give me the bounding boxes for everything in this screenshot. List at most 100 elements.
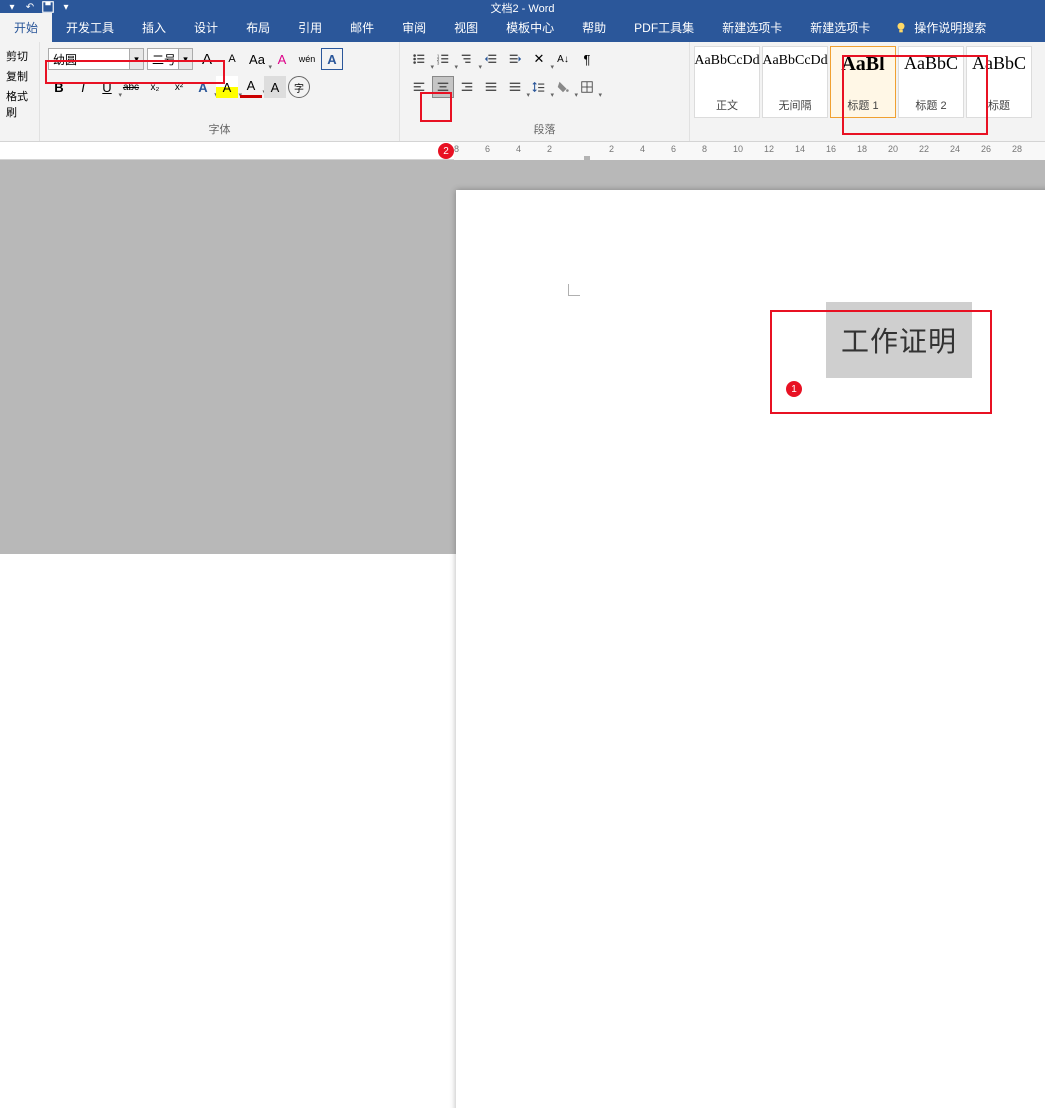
sort-button[interactable]: A↓ bbox=[552, 48, 574, 70]
line-spacing-button[interactable] bbox=[528, 76, 550, 98]
subscript-button[interactable]: x₂ bbox=[144, 76, 166, 98]
tab-insert[interactable]: 插入 bbox=[128, 13, 180, 42]
style-title[interactable]: AaBbC 标题 bbox=[966, 46, 1032, 118]
save-icon[interactable] bbox=[40, 1, 56, 13]
style-nospace[interactable]: AaBbCcDd 无间隔 bbox=[762, 46, 828, 118]
horizontal-ruler[interactable]: 8642246810121416182022242628 bbox=[454, 142, 1045, 160]
borders-button[interactable] bbox=[576, 76, 598, 98]
char-shading-button[interactable]: A bbox=[264, 76, 286, 98]
clipboard-group: 剪切 复制 格式刷 bbox=[0, 42, 40, 141]
clear-formatting-button[interactable]: A bbox=[271, 48, 293, 70]
tell-me-search[interactable]: 操作说明搜索 bbox=[884, 13, 996, 42]
ruler-tick: 28 bbox=[1012, 144, 1022, 154]
change-case-button[interactable]: Aa bbox=[246, 48, 268, 70]
style-normal[interactable]: AaBbCcDd 正文 bbox=[694, 46, 760, 118]
chevron-down-icon[interactable]: ▾ bbox=[129, 49, 143, 69]
annotation-badge-2: 2 bbox=[438, 143, 454, 159]
tab-review[interactable]: 审阅 bbox=[388, 13, 440, 42]
justify-button[interactable] bbox=[480, 76, 502, 98]
style-preview: AaBbCcDd bbox=[694, 53, 759, 69]
format-painter-button[interactable]: 格式刷 bbox=[2, 86, 37, 122]
underline-button[interactable]: U bbox=[96, 76, 118, 98]
tab-custom-1[interactable]: 新建选项卡 bbox=[708, 13, 796, 42]
font-group-label: 字体 bbox=[48, 121, 391, 139]
document-page[interactable]: 工作证明 bbox=[456, 190, 1045, 1108]
ruler-tick: 18 bbox=[857, 144, 867, 154]
ruler-tick: 8 bbox=[454, 144, 459, 154]
style-heading-1[interactable]: AaBl 标题 1 bbox=[830, 46, 896, 118]
superscript-button[interactable]: x² bbox=[168, 76, 190, 98]
style-heading-2[interactable]: AaBbC 标题 2 bbox=[898, 46, 964, 118]
tell-me-label: 操作说明搜索 bbox=[914, 19, 986, 36]
ribbon-tab-strip: 开始 开发工具 插入 设计 布局 引用 邮件 审阅 视图 模板中心 帮助 PDF… bbox=[0, 14, 1045, 42]
align-center-button[interactable] bbox=[432, 76, 454, 98]
strikethrough-button[interactable]: abc bbox=[120, 76, 142, 98]
bold-button[interactable]: B bbox=[48, 76, 70, 98]
tab-templates[interactable]: 模板中心 bbox=[492, 13, 568, 42]
tab-custom-2[interactable]: 新建选项卡 bbox=[796, 13, 884, 42]
tab-developer[interactable]: 开发工具 bbox=[52, 13, 128, 42]
align-left-button[interactable] bbox=[408, 76, 430, 98]
nav-down-icon[interactable]: ▾ bbox=[4, 1, 20, 13]
tab-layout[interactable]: 布局 bbox=[232, 13, 284, 42]
window-title: 文档2 - Word bbox=[491, 0, 555, 16]
grow-font-button[interactable]: A bbox=[196, 48, 218, 70]
tab-view[interactable]: 视图 bbox=[440, 13, 492, 42]
title-bar: ▾ ↶ ▾ 文档2 - Word bbox=[0, 0, 1045, 14]
style-preview: AaBbCcDd bbox=[762, 53, 827, 69]
ruler-tick: 2 bbox=[547, 144, 552, 154]
ruler-tick: 12 bbox=[764, 144, 774, 154]
shading-button[interactable] bbox=[552, 76, 574, 98]
show-marks-button[interactable]: ¶ bbox=[576, 48, 598, 70]
tab-references[interactable]: 引用 bbox=[284, 13, 336, 42]
lightbulb-icon bbox=[894, 21, 908, 35]
style-preview: AaBbC bbox=[972, 53, 1026, 74]
style-preview: AaBbC bbox=[904, 53, 958, 74]
document-workspace: 工作证明 bbox=[0, 160, 1045, 554]
numbering-button[interactable]: 123 bbox=[432, 48, 454, 70]
chevron-down-icon[interactable]: ▾ bbox=[178, 49, 192, 69]
ruler-tick: 4 bbox=[516, 144, 521, 154]
tab-mailings[interactable]: 邮件 bbox=[336, 13, 388, 42]
font-size-combo[interactable]: ▾ bbox=[147, 48, 193, 70]
font-color-button[interactable]: A bbox=[240, 76, 262, 98]
cut-button[interactable]: 剪切 bbox=[2, 46, 37, 66]
increase-indent-button[interactable] bbox=[504, 48, 526, 70]
italic-button[interactable]: I bbox=[72, 76, 94, 98]
decrease-indent-button[interactable] bbox=[480, 48, 502, 70]
tab-design[interactable]: 设计 bbox=[180, 13, 232, 42]
qat-more-icon[interactable]: ▾ bbox=[58, 1, 74, 13]
asian-layout-button[interactable]: ✕ bbox=[528, 48, 550, 70]
highlight-button[interactable]: A bbox=[216, 76, 238, 98]
text-effects-button[interactable]: A bbox=[192, 76, 214, 98]
enclose-char-button[interactable]: 字 bbox=[288, 76, 310, 98]
shrink-font-button[interactable]: A bbox=[221, 48, 243, 70]
paragraph-group: 123 ✕ A↓ ¶ bbox=[400, 42, 690, 141]
phonetic-guide-button[interactable]: wén bbox=[296, 48, 318, 70]
multilevel-list-button[interactable] bbox=[456, 48, 478, 70]
ruler-tick: 24 bbox=[950, 144, 960, 154]
font-size-input[interactable] bbox=[148, 52, 178, 66]
tab-pdf[interactable]: PDF工具集 bbox=[620, 13, 708, 42]
styles-group: AaBbCcDd 正文 AaBbCcDd 无间隔 AaBl 标题 1 AaBbC… bbox=[690, 42, 1036, 141]
font-name-input[interactable] bbox=[49, 52, 129, 66]
tab-home[interactable]: 开始 bbox=[0, 13, 52, 42]
style-name: 正文 bbox=[716, 97, 738, 113]
ruler-tick: 20 bbox=[888, 144, 898, 154]
bullets-button[interactable] bbox=[408, 48, 430, 70]
qat: ▾ ↶ ▾ bbox=[4, 1, 74, 13]
align-right-button[interactable] bbox=[456, 76, 478, 98]
style-name: 标题 1 bbox=[847, 97, 878, 113]
ruler-tick: 26 bbox=[981, 144, 991, 154]
style-name: 标题 2 bbox=[915, 97, 946, 113]
tab-help[interactable]: 帮助 bbox=[568, 13, 620, 42]
svg-text:3: 3 bbox=[437, 60, 440, 65]
distribute-button[interactable] bbox=[504, 76, 526, 98]
annotation-badge-1: 1 bbox=[786, 381, 802, 397]
copy-button[interactable]: 复制 bbox=[2, 66, 37, 86]
char-border-button[interactable]: A bbox=[321, 48, 343, 70]
undo-icon[interactable]: ↶ bbox=[22, 1, 38, 13]
document-heading-text[interactable]: 工作证明 bbox=[826, 302, 972, 378]
style-preview: AaBl bbox=[841, 53, 884, 76]
font-name-combo[interactable]: ▾ bbox=[48, 48, 144, 70]
